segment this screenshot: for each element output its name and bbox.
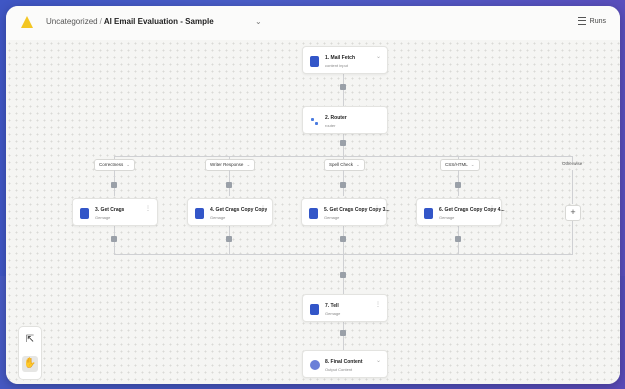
connector-handle[interactable] xyxy=(340,236,346,242)
document-icon xyxy=(195,208,204,219)
breadcrumb: Uncategorized / AI Email Evaluation - Samp… xyxy=(46,17,214,26)
node-subtitle: Gemage xyxy=(324,215,340,220)
list-icon xyxy=(577,17,586,25)
router-icon xyxy=(310,116,319,127)
document-icon xyxy=(310,56,319,67)
connector-handle[interactable] xyxy=(340,182,346,188)
node-title: 8. Final Content xyxy=(325,359,363,365)
branch-pill-label: Spell Check xyxy=(329,162,354,167)
more-icon[interactable]: ⋮ xyxy=(375,301,381,308)
node-branch-4[interactable]: 6. Get Crags Copy Copy 4... Gemage ⋮ xyxy=(416,198,505,226)
chevron-down-icon: ⌄ xyxy=(126,162,131,167)
connector-line xyxy=(572,170,573,204)
node-subtitle: Gemage xyxy=(210,215,226,220)
runs-button[interactable]: Runs xyxy=(577,17,606,25)
node-title: 3. Get Crags xyxy=(95,207,125,213)
connector-handle[interactable] xyxy=(340,140,346,146)
branch-pill-label: Writer Response xyxy=(210,162,244,167)
node-title: 1. Mail Fetch xyxy=(325,55,356,61)
node-mail-fetch[interactable]: 1. Mail Fetch content input ⌄ xyxy=(302,46,388,74)
connector-handle[interactable] xyxy=(455,236,461,242)
branch-pill[interactable]: Spell Check ⌄ xyxy=(324,159,365,171)
connector-handle[interactable] xyxy=(111,182,117,188)
pointer-icon[interactable]: ⇱ xyxy=(22,332,38,348)
connector-handle[interactable] xyxy=(340,84,346,90)
branch-pill[interactable]: Writer Response ⌄ xyxy=(205,159,256,171)
connector-line xyxy=(572,220,573,254)
app-window: Uncategorized / AI Email Evaluation - Samp… xyxy=(6,6,620,384)
merge-icon xyxy=(310,360,320,370)
node-final-content[interactable]: 8. Final Content Output Content ⌄ xyxy=(302,350,388,378)
node-router[interactable]: 2. Router router xyxy=(302,106,388,134)
connector-handle[interactable] xyxy=(111,236,117,242)
node-title: 4. Get Crags Copy Copy xyxy=(210,207,268,213)
connector-handle[interactable] xyxy=(340,330,346,336)
branch-pill[interactable]: Otherwise xyxy=(558,159,586,169)
document-icon xyxy=(310,304,319,315)
document-icon xyxy=(309,208,318,219)
logo-icon xyxy=(21,16,33,28)
branch-pill-label: Correctness xyxy=(99,162,124,167)
node-subtitle: Gemage xyxy=(95,215,111,220)
branch-pill-label: CSS/HTML xyxy=(445,162,468,167)
hand-icon[interactable]: ✋ xyxy=(22,356,38,372)
connector-handle[interactable] xyxy=(455,182,461,188)
branch-pill-label: Otherwise xyxy=(562,161,583,166)
node-subtitle: content input xyxy=(325,63,348,68)
chevron-down-icon: ⌄ xyxy=(470,162,475,167)
top-bar: Uncategorized / AI Email Evaluation - Samp… xyxy=(6,6,620,41)
node-subtitle: Gemage xyxy=(325,311,341,316)
chevron-down-icon[interactable]: ⌄ xyxy=(376,357,381,364)
node-title: 2. Router xyxy=(325,115,347,121)
branch-pill[interactable]: CSS/HTML ⌄ xyxy=(440,159,480,171)
node-branch-3[interactable]: 5. Get Crags Copy Copy 3... Gemage ⋮ xyxy=(301,198,390,226)
breadcrumb-separator: / xyxy=(99,17,102,26)
connector-line xyxy=(343,72,344,108)
runs-label: Runs xyxy=(589,17,606,25)
document-icon xyxy=(80,208,89,219)
more-icon[interactable]: ⋮ xyxy=(374,205,380,212)
connector-handle[interactable] xyxy=(226,182,232,188)
chevron-down-icon[interactable]: ⌄ xyxy=(376,53,381,60)
node-branch-1[interactable]: 3. Get Crags Gemage ⋮ xyxy=(72,198,158,226)
node-title: 7. Tell xyxy=(325,303,339,309)
chevron-down-icon: ⌄ xyxy=(356,162,360,167)
add-node-button[interactable]: + xyxy=(565,205,581,221)
chevron-down-icon: ⌄ xyxy=(246,162,251,167)
node-subtitle: Output Content xyxy=(325,367,353,372)
document-icon xyxy=(424,208,433,219)
workflow-canvas[interactable]: Correctness ⌄ Writer Response ⌄ Spell Chec… xyxy=(6,40,620,384)
connector-handle[interactable] xyxy=(340,272,346,278)
breadcrumb-folder[interactable]: Uncategorized xyxy=(46,17,98,26)
more-icon[interactable]: ⋮ xyxy=(145,205,151,212)
connector-handle[interactable] xyxy=(226,236,232,242)
node-subtitle: Gemage xyxy=(439,215,455,220)
node-subtitle: router xyxy=(325,123,336,128)
chevron-down-icon[interactable]: ⌄ xyxy=(255,17,262,26)
node-tell[interactable]: 7. Tell Gemage ⋮ xyxy=(302,294,388,322)
more-icon[interactable]: ⋮ xyxy=(489,205,495,212)
canvas-tool-panel: ⇱ ✋ xyxy=(18,326,42,380)
node-branch-2[interactable]: 4. Get Crags Copy Copy Gemage ⋮ xyxy=(187,198,273,226)
page-title[interactable]: AI Email Evaluation - Sample xyxy=(104,17,214,26)
more-icon[interactable]: ⋮ xyxy=(260,205,266,212)
